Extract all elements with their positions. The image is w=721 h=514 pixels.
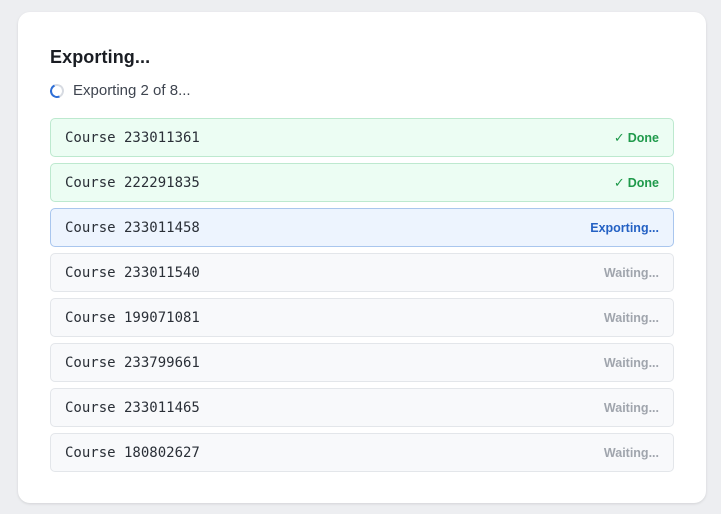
list-item: Course 233011361 ✓ Done: [50, 118, 674, 157]
check-icon: ✓: [613, 129, 625, 145]
status-text: Exporting...: [590, 220, 659, 235]
course-label: Course 233011361: [65, 129, 200, 146]
status-badge: Exporting...: [590, 221, 659, 235]
list-item: Course 222291835 ✓ Done: [50, 163, 674, 202]
status-badge: ✓ Done: [614, 175, 659, 191]
course-label: Course 233011458: [65, 219, 200, 236]
course-label: Course 233799661: [65, 354, 200, 371]
dialog-title: Exporting...: [50, 47, 151, 67]
status-text: Done: [627, 175, 659, 190]
check-icon: ✓: [613, 174, 625, 190]
status-badge: Waiting...: [604, 401, 659, 415]
course-label: Course 233011465: [65, 399, 200, 416]
list-item: Course 233011465 Waiting...: [50, 388, 674, 427]
status-text: Waiting...: [603, 355, 659, 370]
course-list: Course 233011361 ✓ Done Course 222291835…: [50, 118, 674, 478]
status-badge: Waiting...: [604, 311, 659, 325]
list-item: Course 233011540 Waiting...: [50, 253, 674, 292]
list-item: Course 233011458 Exporting...: [50, 208, 674, 247]
list-item: Course 199071081 Waiting...: [50, 298, 674, 337]
progress-text: Exporting 2 of 8...: [73, 82, 191, 99]
status-text: Done: [627, 130, 659, 145]
course-label: Course 180802627: [65, 444, 200, 461]
export-dialog: Exporting... Exporting 2 of 8... Course …: [18, 12, 706, 503]
status-text: Waiting...: [603, 310, 659, 325]
progress-status: Exporting 2 of 8...: [48, 81, 191, 100]
status-badge: ✓ Done: [614, 130, 659, 146]
status-badge: Waiting...: [604, 446, 659, 460]
status-badge: Waiting...: [604, 266, 659, 280]
status-text: Waiting...: [603, 265, 659, 280]
course-label: Course 222291835: [65, 174, 200, 191]
list-item: Course 180802627 Waiting...: [50, 433, 674, 472]
list-item: Course 233799661 Waiting...: [50, 343, 674, 382]
status-text: Waiting...: [603, 400, 659, 415]
status-text: Waiting...: [603, 445, 659, 460]
course-label: Course 233011540: [65, 264, 200, 281]
spinner-icon: [48, 81, 66, 100]
course-label: Course 199071081: [65, 309, 200, 326]
status-badge: Waiting...: [604, 356, 659, 370]
